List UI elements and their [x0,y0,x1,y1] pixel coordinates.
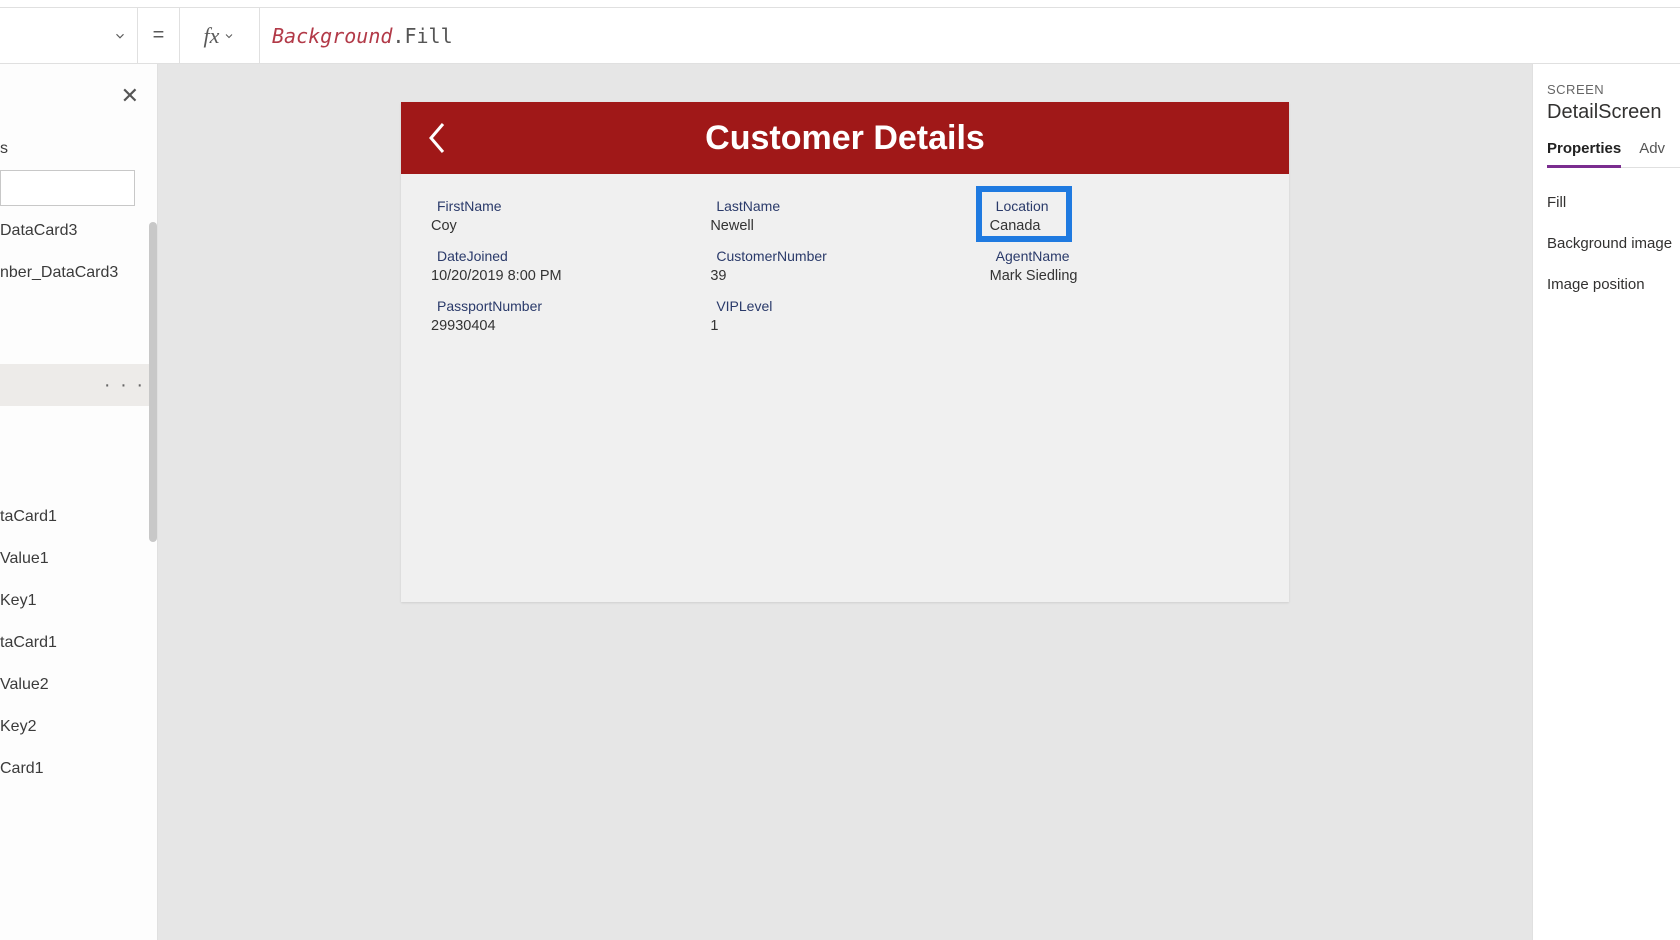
formula-input[interactable]: Background.Fill [260,8,1680,63]
tree-item[interactable]: DataCard3 [0,210,157,252]
chevron-left-icon [423,120,451,156]
datacard-passportnumber[interactable]: PassportNumber 29930404 [431,296,700,336]
back-button[interactable] [419,120,455,156]
field-value: 29930404 [431,318,700,334]
datacard-agentname[interactable]: AgentName Mark Siedling [990,246,1259,286]
datacard-viplevel[interactable]: VIPLevel 1 [710,296,979,336]
fx-button[interactable]: fx [180,8,260,63]
tree-item[interactable]: Card1 [0,748,157,790]
scrollbar[interactable] [149,222,157,542]
field-value: Coy [431,218,700,234]
datacard-datejoined[interactable]: DateJoined 10/20/2019 8:00 PM [431,246,700,286]
datacard-lastname[interactable]: LastName Newell [710,196,979,236]
field-value: Canada [990,218,1259,234]
field-label: FirstName [431,198,700,214]
tree-item[interactable]: taCard1 [0,496,157,538]
tree-item-selected[interactable]: · · · [0,364,157,406]
tab-advanced[interactable]: Adv [1639,140,1665,167]
object-name: DetailScreen [1547,101,1680,124]
tab-properties[interactable]: Properties [1547,140,1621,168]
chevron-down-icon [113,29,127,43]
properties-panel: SCREEN DetailScreen Properties Adv Fill … [1532,64,1680,940]
tree-view-header: ✕ [0,64,157,128]
field-label: PassportNumber [431,298,700,314]
screen-title: Customer Details [401,119,1289,158]
fx-label: fx [204,23,220,49]
property-fill[interactable]: Fill [1547,182,1680,223]
field-label: LastName [710,198,979,214]
tree-item[interactable]: s [0,128,157,170]
more-icon[interactable]: · · · [104,374,145,397]
tree-item[interactable]: taCard1 [0,622,157,664]
tree-scroll: DataCard3 nber_DataCard3 · · · taCard1 V… [0,210,157,940]
app-header: Customer Details [401,102,1289,174]
property-background-image[interactable]: Background image [1547,223,1680,264]
search-row [0,170,157,210]
field-value: 1 [710,318,979,334]
chevron-down-icon [223,30,235,42]
field-label: Location [990,198,1259,214]
tree-item[interactable]: Value2 [0,664,157,706]
formula-token-dot: . [392,24,404,48]
datacard-firstname[interactable]: FirstName Coy [431,196,700,236]
field-value: Mark Siedling [990,268,1259,284]
main-area: ✕ s DataCard3 nber_DataCard3 · · · taCar… [0,64,1680,940]
formula-bar: = fx Background.Fill [0,8,1680,64]
tree-view-panel: ✕ s DataCard3 nber_DataCard3 · · · taCar… [0,64,158,940]
formula-token-object: Background [272,24,392,48]
datacard-customernumber[interactable]: CustomerNumber 39 [710,246,979,286]
object-type-caption: SCREEN [1547,82,1680,97]
properties-tabs: Properties Adv [1547,140,1680,168]
ribbon-sliver [0,0,1680,8]
equals-sign: = [138,8,180,63]
formula-token-property: Fill [404,24,452,48]
search-input[interactable] [0,170,135,206]
tree-item[interactable]: Key2 [0,706,157,748]
property-image-position[interactable]: Image position [1547,264,1680,305]
datacard-location[interactable]: Location Canada [990,196,1259,236]
tree-item[interactable]: Key1 [0,580,157,622]
property-selector[interactable] [0,8,138,63]
field-value: 10/20/2019 8:00 PM [431,268,700,284]
tree-item[interactable]: nber_DataCard3 [0,252,157,294]
tree-item[interactable]: Value1 [0,538,157,580]
field-label: VIPLevel [710,298,979,314]
app-screen: Customer Details FirstName Coy LastName … [401,102,1289,602]
canvas[interactable]: Customer Details FirstName Coy LastName … [158,64,1532,940]
field-label: AgentName [990,248,1259,264]
field-value: 39 [710,268,979,284]
field-value: Newell [710,218,979,234]
field-label: DateJoined [431,248,700,264]
close-icon[interactable]: ✕ [121,83,139,109]
detail-form: FirstName Coy LastName Newell Location C… [401,174,1289,602]
field-label: CustomerNumber [710,248,979,264]
